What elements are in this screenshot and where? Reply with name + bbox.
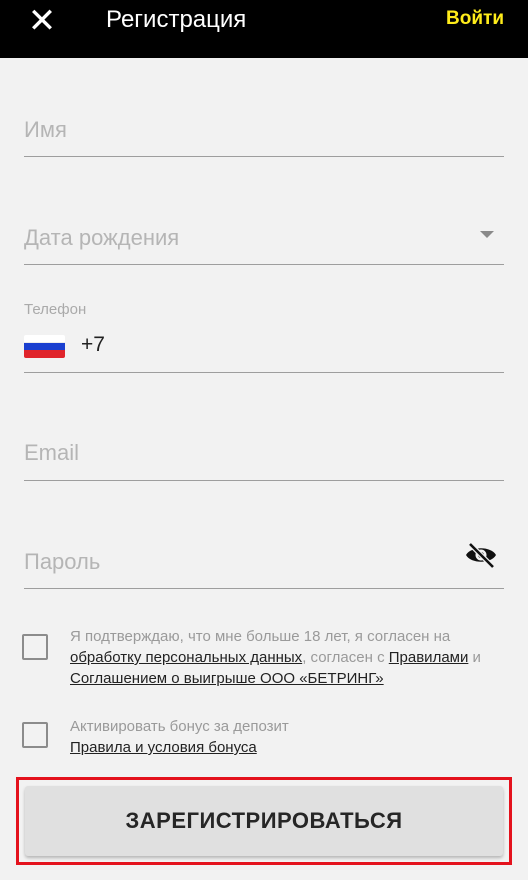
name-placeholder: Имя [24, 117, 67, 142]
app-header: ✕ Регистрация Войти [0, 0, 528, 58]
register-button-highlight: ЗАРЕГИСТРИРОВАТЬСЯ [16, 777, 512, 865]
winning-agreement-link[interactable]: Соглашением о выигрыше ООО «БЕТРИНГ» [70, 670, 384, 687]
bonus-terms-link[interactable]: Правила и условия бонуса [70, 739, 257, 756]
password-placeholder: Пароль [24, 549, 101, 574]
age-consent-checkbox[interactable] [22, 634, 48, 660]
phone-code: +7 [81, 333, 105, 356]
bonus-checkbox[interactable] [22, 722, 48, 748]
close-icon[interactable]: ✕ [26, 4, 58, 38]
register-button[interactable]: ЗАРЕГИСТРИРОВАТЬСЯ [25, 786, 503, 856]
bonus-label: Активировать бонус за депозит [70, 718, 289, 735]
russia-flag-icon[interactable] [24, 335, 65, 358]
phone-field[interactable]: Телефон +7 [24, 298, 504, 373]
password-field[interactable]: Пароль [24, 534, 504, 589]
rules-link[interactable]: Правилами [389, 649, 469, 666]
age-consent-text: Я подтверждаю, что мне больше 18 лет, я … [70, 626, 510, 689]
age-consent-text-1: Я подтверждаю, что мне больше 18 лет, я … [70, 628, 451, 645]
birth-date-placeholder: Дата рождения [24, 225, 180, 250]
phone-label: Телефон [24, 301, 87, 318]
bonus-text: Активировать бонус за депозит Правила и … [70, 716, 510, 758]
age-consent-text-2: , согласен с [302, 649, 385, 666]
page-title: Регистрация [106, 6, 247, 33]
name-field[interactable]: Имя [24, 100, 504, 157]
eye-off-icon[interactable] [464, 540, 498, 570]
email-field[interactable]: Email [24, 428, 504, 481]
age-consent-text-3: и [472, 649, 481, 666]
email-placeholder: Email [24, 440, 80, 465]
personal-data-link[interactable]: обработку персональных данных [70, 649, 302, 666]
birth-date-field[interactable]: Дата рождения [24, 210, 504, 265]
dropdown-arrow-icon[interactable] [480, 231, 494, 238]
login-button[interactable]: Войти [446, 6, 504, 32]
